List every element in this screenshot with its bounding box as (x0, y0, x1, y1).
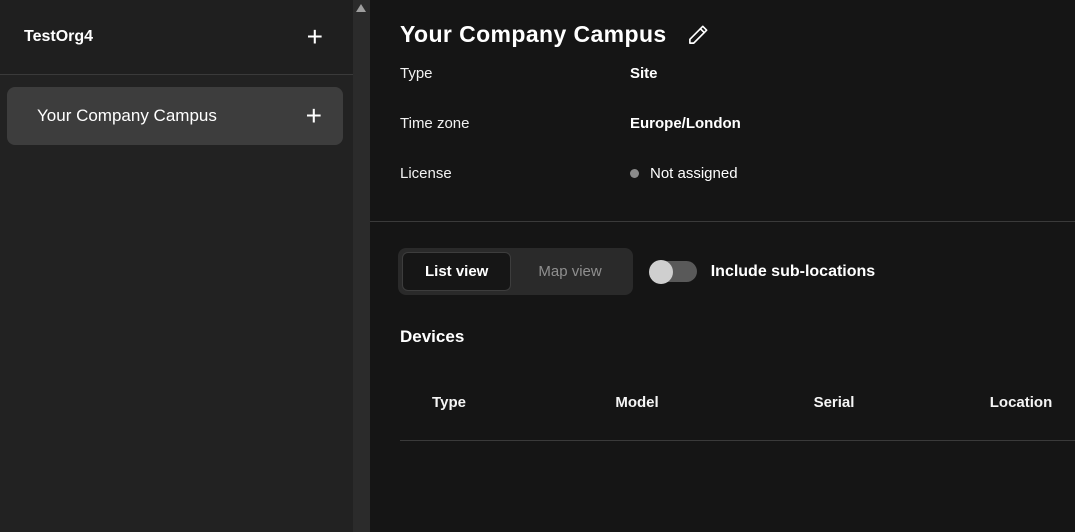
add-location-button[interactable]: + (307, 23, 323, 51)
license-status-text: Not assigned (650, 164, 738, 182)
status-dot-icon (630, 168, 639, 178)
sidebar: TestOrg4 + Your Company Campus + (0, 0, 353, 532)
include-sub-locations-toggle[interactable] (648, 259, 697, 284)
view-toggle-group: List view Map view (398, 248, 633, 295)
info-row-timezone: Time zone Europe/London (400, 98, 1075, 148)
info-row-type: Type Site (400, 48, 1075, 98)
add-sublocation-button[interactable]: + (306, 102, 322, 130)
org-header: TestOrg4 + (0, 0, 353, 75)
section-divider (370, 221, 1075, 222)
info-value: Europe/London (630, 114, 741, 132)
sidebar-item-label: Your Company Campus (37, 106, 217, 125)
info-value: Not assigned (630, 165, 738, 182)
edit-pencil-icon[interactable] (687, 23, 710, 46)
sidebar-item-your-company-campus[interactable]: Your Company Campus + (7, 87, 343, 145)
info-label: Time zone (400, 114, 470, 132)
devices-table-header: Type Model Serial Location (370, 394, 1075, 414)
title-row: Your Company Campus (370, 0, 1075, 48)
include-sub-locations-label: Include sub-locations (710, 262, 876, 280)
page-title: Your Company Campus (400, 21, 667, 47)
info-label: License (400, 164, 452, 182)
table-header-divider (400, 440, 1075, 441)
controls-row: List view Map view Include sub-locations (398, 248, 1075, 295)
tab-map-view[interactable]: Map view (511, 252, 628, 291)
info-label: Type (400, 64, 433, 82)
main-panel: Your Company Campus Type Site Time zone … (370, 0, 1075, 532)
column-header-model: Model (615, 394, 659, 411)
info-rows: Type Site Time zone Europe/London Licens… (400, 48, 1075, 198)
column-header-type: Type (432, 394, 466, 411)
org-name: TestOrg4 (24, 28, 94, 45)
scroll-up-icon[interactable] (356, 4, 366, 12)
info-row-license: License Not assigned (400, 148, 1075, 198)
sidebar-scrollbar[interactable] (353, 0, 370, 532)
info-value: Site (630, 64, 658, 82)
toggle-knob (648, 259, 673, 284)
column-header-serial: Serial (813, 394, 855, 411)
devices-heading: Devices (400, 327, 465, 346)
tab-list-view[interactable]: List view (402, 252, 512, 291)
column-header-location: Location (989, 394, 1053, 411)
